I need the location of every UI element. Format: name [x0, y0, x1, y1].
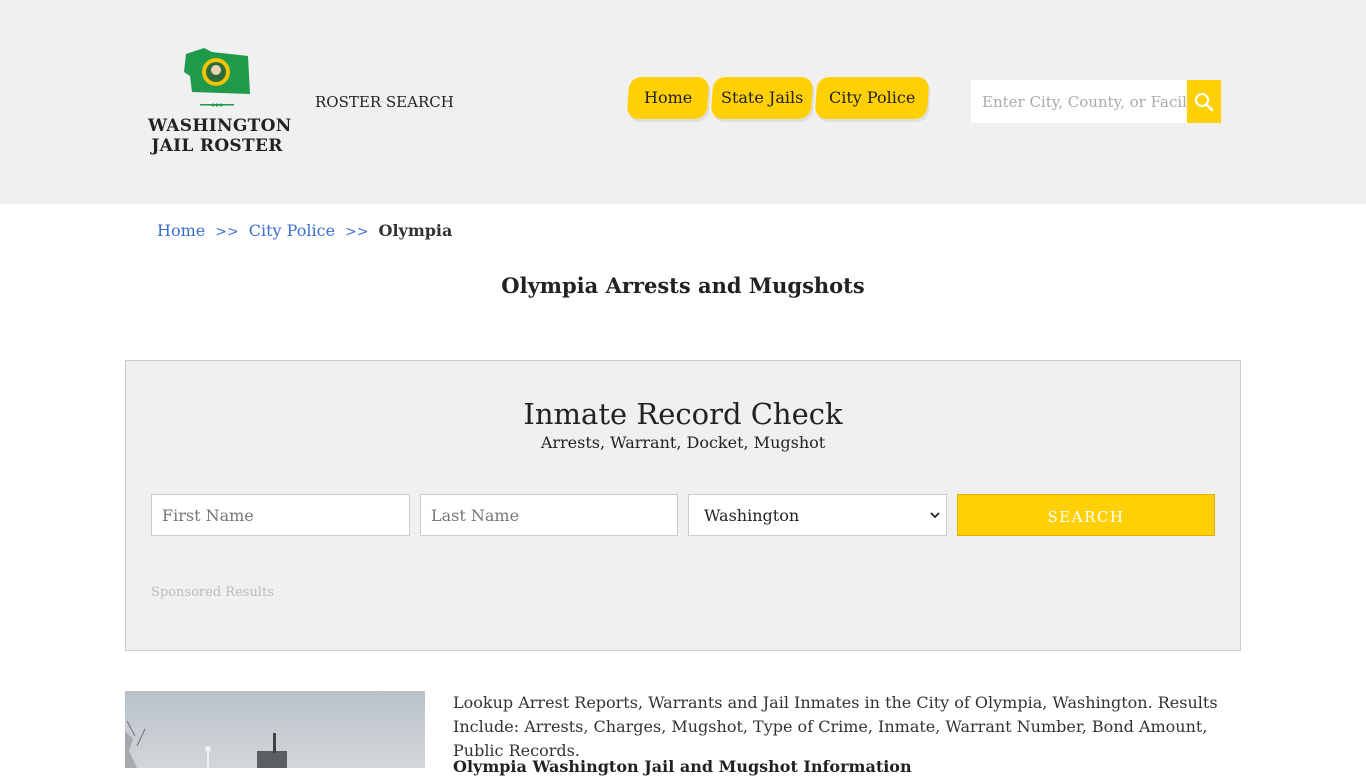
- breadcrumb-current: Olympia: [378, 221, 453, 240]
- washington-state-flag-icon: [184, 48, 250, 107]
- breadcrumb-separator: >>: [345, 224, 369, 240]
- logo-text-jail-roster: JAIL ROSTER: [151, 136, 283, 156]
- record-check-subtitle: Arrests, Warrant, Docket, Mugshot: [540, 433, 826, 452]
- nav-city-police[interactable]: City Police: [814, 77, 930, 119]
- nav-state-jails[interactable]: State Jails: [710, 77, 814, 119]
- site-search-input[interactable]: [971, 80, 1187, 123]
- roster-search-link[interactable]: ROSTER SEARCH: [315, 93, 454, 111]
- nav-home[interactable]: Home: [626, 77, 710, 119]
- sponsored-results-label: Sponsored Results: [151, 585, 274, 600]
- breadcrumb-home[interactable]: Home: [157, 221, 205, 240]
- site-header: WASHINGTON JAIL ROSTER ROSTER SEARCH Hom…: [0, 0, 1366, 204]
- state-select-value: Washington: [704, 506, 800, 525]
- search-icon: [1195, 92, 1214, 111]
- breadcrumb: Home >> City Police >> Olympia: [157, 221, 452, 240]
- site-search: [971, 80, 1221, 123]
- site-logo[interactable]: WASHINGTON JAIL ROSTER: [148, 46, 292, 158]
- state-select[interactable]: Washington: [688, 494, 947, 536]
- olympia-city-photo: [125, 691, 425, 768]
- breadcrumb-city-police[interactable]: City Police: [249, 221, 335, 240]
- breadcrumb-separator: >>: [215, 224, 239, 240]
- chevron-down-icon: [930, 512, 940, 519]
- inmate-record-check-panel: Inmate Record Check Arrests, Warrant, Do…: [125, 360, 1241, 651]
- intro-paragraph: Lookup Arrest Reports, Warrants and Jail…: [453, 693, 1218, 760]
- logo-text-washington: WASHINGTON: [148, 116, 292, 136]
- page-title: Olympia Arrests and Mugshots: [501, 273, 865, 298]
- last-name-input[interactable]: [420, 494, 678, 536]
- search-button[interactable]: SEARCH: [957, 494, 1215, 536]
- info-subheading: Olympia Washington Jail and Mugshot Info…: [453, 757, 912, 776]
- site-search-button[interactable]: [1187, 80, 1221, 123]
- record-check-title: Inmate Record Check: [523, 397, 843, 431]
- first-name-input[interactable]: [151, 494, 410, 536]
